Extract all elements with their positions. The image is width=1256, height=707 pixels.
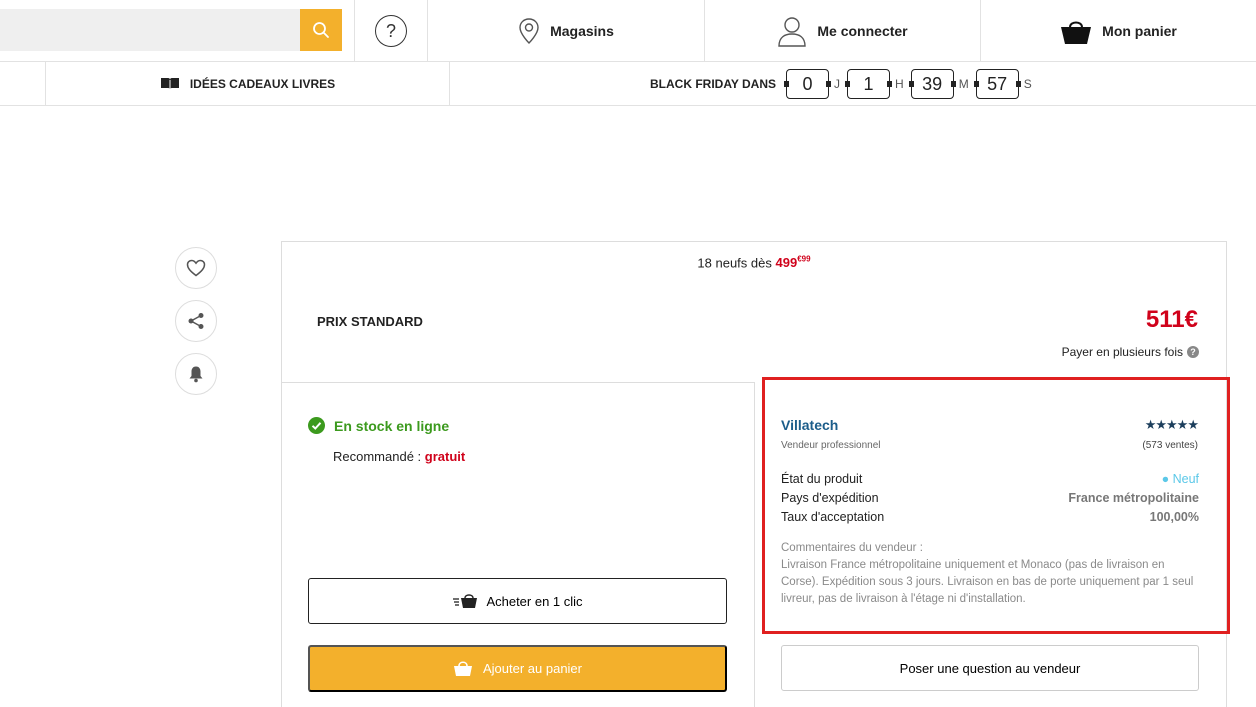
seller-row-label: Taux d'acceptation (781, 510, 885, 524)
search-input[interactable] (0, 9, 300, 51)
countdown-seconds: 57 (973, 69, 1021, 99)
cart-label: Mon panier (1102, 23, 1177, 39)
seller-row-value: 100,00% (1149, 510, 1199, 524)
pay-multiple-label: Payer en plusieurs fois (1061, 345, 1183, 359)
basket-icon (1061, 21, 1092, 44)
pay-multiple-link[interactable]: Payer en plusieurs fois ? (1062, 345, 1199, 359)
question-icon: ? (1187, 346, 1199, 358)
ask-seller-label: Poser une question au vendeur (899, 660, 1081, 676)
gift-ideas-link[interactable]: IDÉES CADEAUX LIVRES (46, 62, 449, 106)
check-circle-icon (308, 417, 325, 434)
share-icon (188, 313, 204, 329)
seller-row-value: ● Neuf (1161, 472, 1199, 486)
buy-one-click-label: Acheter en 1 clic (486, 593, 583, 609)
seller-rating-stars: ★★★★★ (1144, 417, 1199, 432)
basket-icon (453, 661, 472, 676)
recommended-shipping: Recommandé : gratuit (333, 449, 465, 464)
bell-icon (189, 366, 203, 383)
countdown-seconds-unit: S (1023, 77, 1032, 91)
panel-divider (281, 382, 754, 383)
seller-comments-title: Commentaires du vendeur : (781, 542, 923, 554)
buy-one-click-button[interactable]: Acheter en 1 clic (308, 578, 727, 624)
seller-row-label: Pays d'expédition (781, 491, 879, 505)
help-button[interactable]: ? (354, 0, 428, 62)
seller-name-link[interactable]: Villatech (781, 417, 838, 433)
recommended-label: Recommandé : (333, 449, 422, 464)
seller-row-condition: État du produit ● Neuf (781, 472, 1199, 486)
countdown-minutes: 39 (908, 69, 956, 99)
new-offers-text: 18 neufs dès (697, 255, 772, 271)
stock-label: En stock en ligne (334, 417, 450, 434)
countdown-label: BLACK FRIDAY DANS (650, 77, 777, 91)
seller-comments: Commentaires du vendeur : Livraison Fran… (781, 540, 1201, 608)
heart-icon (186, 259, 206, 277)
countdown-minutes-unit: M (958, 77, 969, 91)
add-to-cart-button[interactable]: Ajouter au panier (308, 645, 727, 692)
new-offers-price-value: 499 (775, 255, 798, 271)
open-book-icon (160, 78, 179, 90)
gift-ideas-label: IDÉES CADEAUX LIVRES (189, 77, 336, 91)
new-offers-price-cents: €99 (797, 255, 811, 264)
favorite-button[interactable] (175, 247, 217, 289)
product-price: 511€ (1145, 306, 1198, 333)
search-button[interactable] (300, 9, 342, 51)
stock-status: En stock en ligne (308, 417, 449, 434)
seller-type: Vendeur professionnel (781, 440, 881, 451)
stores-label: Magasins (550, 23, 614, 39)
top-header: ? Magasins Me connecter Mon panier (0, 0, 1256, 62)
user-icon (778, 17, 807, 47)
standard-price-label: PRIX STANDARD (317, 314, 423, 329)
help-icon: ? (375, 15, 407, 47)
seller-row-value: France métropolitaine (1068, 491, 1199, 505)
add-to-cart-label: Ajouter au panier (482, 661, 582, 676)
cart-link[interactable]: Mon panier (981, 0, 1256, 62)
seller-row-label: État du produit (781, 472, 863, 486)
location-pin-icon (519, 18, 539, 44)
alert-button[interactable] (175, 353, 217, 395)
seller-row-acceptance: Taux d'acceptation 100,00% (781, 510, 1199, 524)
countdown-days-unit: J (834, 77, 841, 91)
black-friday-countdown: BLACK FRIDAY DANS 0 J 1 H 39 M 57 S (650, 62, 1039, 106)
search-icon (313, 22, 329, 38)
nav-divider (449, 62, 450, 106)
ask-seller-button[interactable]: Poser une question au vendeur (781, 645, 1199, 691)
countdown-hours-unit: H (895, 77, 904, 91)
login-label: Me connecter (817, 23, 908, 39)
seller-row-country: Pays d'expédition France métropolitaine (781, 491, 1199, 505)
login-link[interactable]: Me connecter (705, 0, 981, 62)
stores-link[interactable]: Magasins (428, 0, 705, 62)
seller-comments-text: Livraison France métropolitaine uniqueme… (781, 559, 1194, 605)
new-offers-price: 499€99 (776, 255, 811, 270)
fast-basket-icon (453, 594, 478, 608)
recommended-value: gratuit (424, 449, 466, 464)
new-offers-link[interactable]: 18 neufs dès 499€99 (281, 255, 1227, 270)
share-button[interactable] (175, 300, 217, 342)
seller-sales-count: (573 ventes) (1142, 440, 1198, 451)
secondary-nav: IDÉES CADEAUX LIVRES BLACK FRIDAY DANS 0… (0, 62, 1256, 106)
countdown-days: 0 (784, 69, 832, 99)
countdown-hours: 1 (845, 69, 893, 99)
panel-divider (754, 382, 755, 707)
